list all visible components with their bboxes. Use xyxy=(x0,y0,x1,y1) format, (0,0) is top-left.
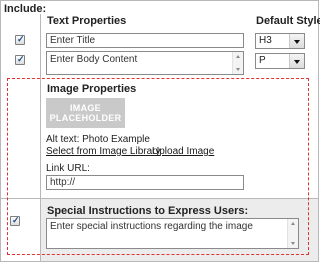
link-url-input[interactable]: http:// xyxy=(46,175,244,190)
special-instructions-value: Enter special instructions regarding the… xyxy=(50,221,253,232)
scrollbar[interactable] xyxy=(287,219,298,248)
special-instructions-textarea[interactable]: Enter special instructions regarding the… xyxy=(46,218,299,249)
chevron-down-icon xyxy=(289,34,304,48)
text-properties-header: Text Properties xyxy=(47,15,127,27)
image-placeholder-line2: PLACEHOLDER xyxy=(49,113,122,123)
scroll-up-icon xyxy=(236,55,240,58)
scrollbar[interactable] xyxy=(232,52,243,74)
alt-text: Alt text: Photo Example xyxy=(46,134,150,145)
link-url-label: Link URL: xyxy=(46,163,90,174)
include-title-checkbox[interactable]: ✓ xyxy=(15,34,25,45)
scroll-down-icon xyxy=(291,242,295,245)
include-label: Include: xyxy=(4,3,47,15)
body-textarea[interactable]: Enter Body Content xyxy=(46,51,244,75)
title-input[interactable]: Enter Title xyxy=(46,33,244,48)
body-style-value: P xyxy=(259,55,266,66)
default-style-header: Default Style xyxy=(256,15,320,27)
image-placeholder: IMAGE PLACEHOLDER xyxy=(46,98,125,128)
title-style-select[interactable]: H3 xyxy=(255,33,305,49)
include-special-instructions-checkbox[interactable]: ✓ xyxy=(10,215,20,226)
scroll-down-icon xyxy=(236,68,240,71)
special-instructions-header: Special Instructions to Express Users: xyxy=(47,205,249,217)
include-body-checkbox[interactable]: ✓ xyxy=(15,54,25,65)
checkmark-icon: ✓ xyxy=(17,34,25,44)
select-from-library-link[interactable]: Select from Image Library xyxy=(46,146,161,157)
checkmark-icon: ✓ xyxy=(12,215,20,225)
body-textarea-value: Enter Body Content xyxy=(50,54,138,65)
scroll-up-icon xyxy=(291,222,295,225)
checkmark-icon: ✓ xyxy=(17,54,25,64)
body-style-select[interactable]: P xyxy=(255,53,305,69)
chevron-down-icon xyxy=(289,54,304,68)
image-placeholder-line1: IMAGE xyxy=(69,103,101,113)
upload-image-link[interactable]: Upload Image xyxy=(152,146,214,157)
image-properties-header: Image Properties xyxy=(47,83,137,95)
title-style-value: H3 xyxy=(259,35,272,46)
